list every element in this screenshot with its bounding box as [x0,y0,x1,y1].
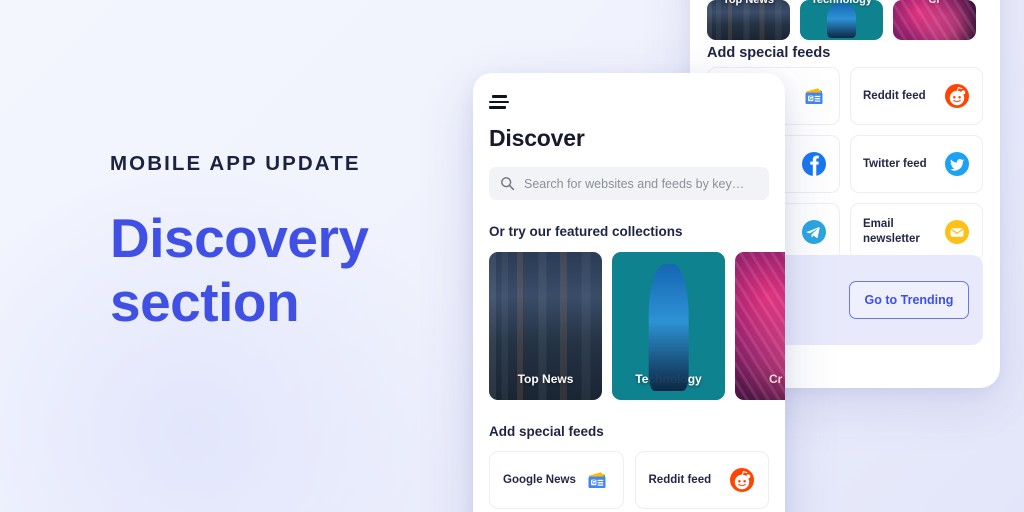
promo-copy: MOBILE APP UPDATE Discovery section [110,152,490,334]
twitter-icon [944,151,970,177]
back-collection-card-top-news[interactable]: Top News [707,0,790,40]
collection-card-label: Cr [769,372,783,386]
collection-card-technology[interactable]: Technology [612,252,725,400]
promo-headline-line2: section [110,270,300,333]
back-collection-label: Cr [928,0,941,6]
phone-screen: Discover Search for websites and feeds b… [473,73,785,512]
search-icon [500,176,515,191]
back-collection-label: Top News [722,0,775,6]
back-feed-label: Twitter feed [863,157,927,170]
back-feed-item-email[interactable]: Email newsletter [850,203,983,261]
back-feed-item-reddit[interactable]: Reddit feed [850,67,983,125]
reddit-icon [729,467,755,493]
featured-collections-row: Top News Technology Cr [489,252,785,400]
back-collection-label: Technology [811,0,872,6]
back-special-feeds-heading: Add special feeds [707,45,831,61]
reddit-icon [944,83,970,109]
email-icon [944,219,970,245]
google-news-icon: G [801,83,827,109]
page-title: Discover [489,125,585,151]
back-feed-label: Reddit feed [863,89,926,102]
search-placeholder: Search for websites and feeds by key… [524,176,745,191]
svg-text:G: G [809,96,813,102]
search-input[interactable]: Search for websites and feeds by key… [489,167,769,200]
feed-label: Google News [503,473,576,486]
promo-headline: Discovery section [110,206,490,335]
collection-card-label: Top News [517,372,574,386]
hamburger-menu-icon[interactable] [489,95,509,109]
promo-headline-line1: Discovery [110,206,369,269]
collection-card-top-news[interactable]: Top News [489,252,602,400]
back-collections-strip: Top News Technology Cr [707,0,976,40]
promo-kicker: MOBILE APP UPDATE [110,152,361,175]
feed-item-google-news[interactable]: Google News G [489,451,624,509]
facebook-icon [801,151,827,177]
feed-label: Reddit feed [648,473,712,486]
google-news-icon: G [584,467,610,493]
featured-collections-heading: Or try our featured collections [489,224,683,239]
back-feed-item-twitter[interactable]: Twitter feed [850,135,983,193]
special-feeds-heading: Add special feeds [489,424,604,439]
feed-item-reddit[interactable]: Reddit feed [634,451,769,509]
back-collection-card-third[interactable]: Cr [893,0,976,40]
collection-card-label: Technology [635,372,702,386]
special-feeds-grid: Google News G Reddit feed [489,451,769,509]
svg-text:G: G [592,480,596,486]
collection-card-third[interactable]: Cr [735,252,785,400]
go-to-trending-button[interactable]: Go to Trending [849,281,969,319]
back-feed-label: Email newsletter [863,218,920,245]
back-collection-card-technology[interactable]: Technology [800,0,883,40]
telegram-icon [801,219,827,245]
